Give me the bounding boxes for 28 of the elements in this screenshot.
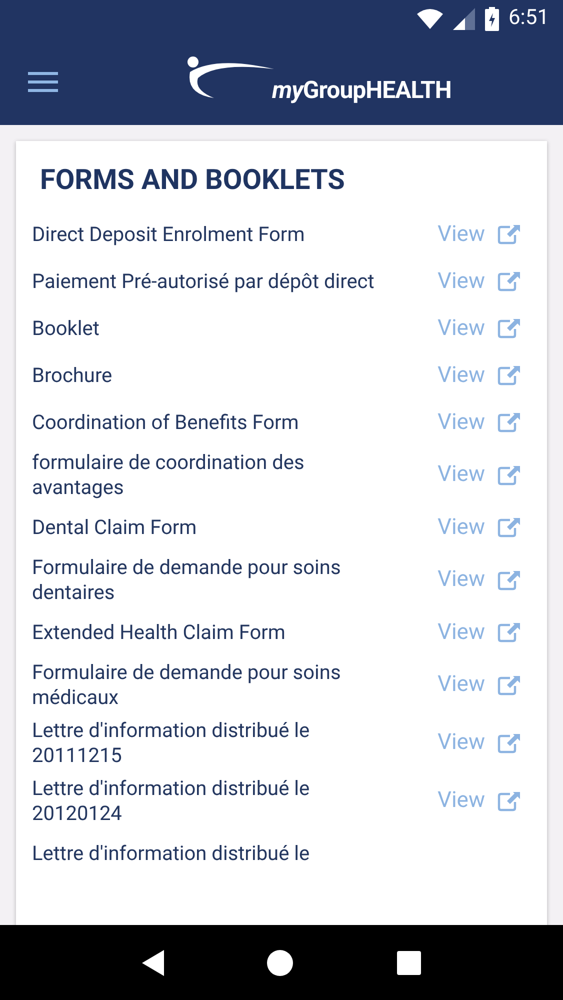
- view-link[interactable]: View: [437, 616, 485, 649]
- form-title: Direct Deposit Enrolment Form: [32, 222, 305, 247]
- app-logo: myGroupHEALTH: [272, 78, 452, 102]
- form-title: Dental Claim Form: [32, 514, 197, 540]
- form-title: Formulaire de demande pour soins médicaux: [32, 660, 342, 710]
- form-title: Brochure: [32, 362, 112, 388]
- view-link[interactable]: View: [437, 510, 485, 544]
- form-title: Paiement Pré-autorisé par dépôt direct: [32, 268, 374, 294]
- view-link[interactable]: View: [437, 264, 485, 298]
- form-title: formulaire de coordination des avantages: [32, 450, 306, 500]
- view-link[interactable]: View: [437, 406, 485, 439]
- view-link[interactable]: View: [437, 458, 485, 492]
- view-link[interactable]: View: [437, 784, 485, 818]
- view-link[interactable]: View: [437, 358, 485, 392]
- form-title: Lettre d'information distribué le 20111215: [32, 718, 311, 768]
- section-title: FORMS AND BOOKLETS: [40, 163, 346, 197]
- form-title: Lettre d'information distribué le 20120124: [32, 776, 311, 826]
- view-link[interactable]: View: [437, 563, 485, 596]
- view-link[interactable]: View: [437, 668, 485, 702]
- form-title: Booklet: [32, 316, 100, 341]
- form-title: Lettre d'information distribué le: [32, 840, 310, 866]
- clock-time: 6:51: [508, 5, 549, 32]
- view-link[interactable]: View: [437, 726, 485, 760]
- form-title: Formulaire de demande pour soins dentaires: [32, 554, 342, 605]
- form-title: Extended Health Claim Form: [32, 620, 286, 645]
- view-link[interactable]: View: [437, 312, 485, 345]
- form-title: Coordination of Benefits Form: [32, 410, 299, 435]
- view-link[interactable]: View: [437, 218, 485, 251]
